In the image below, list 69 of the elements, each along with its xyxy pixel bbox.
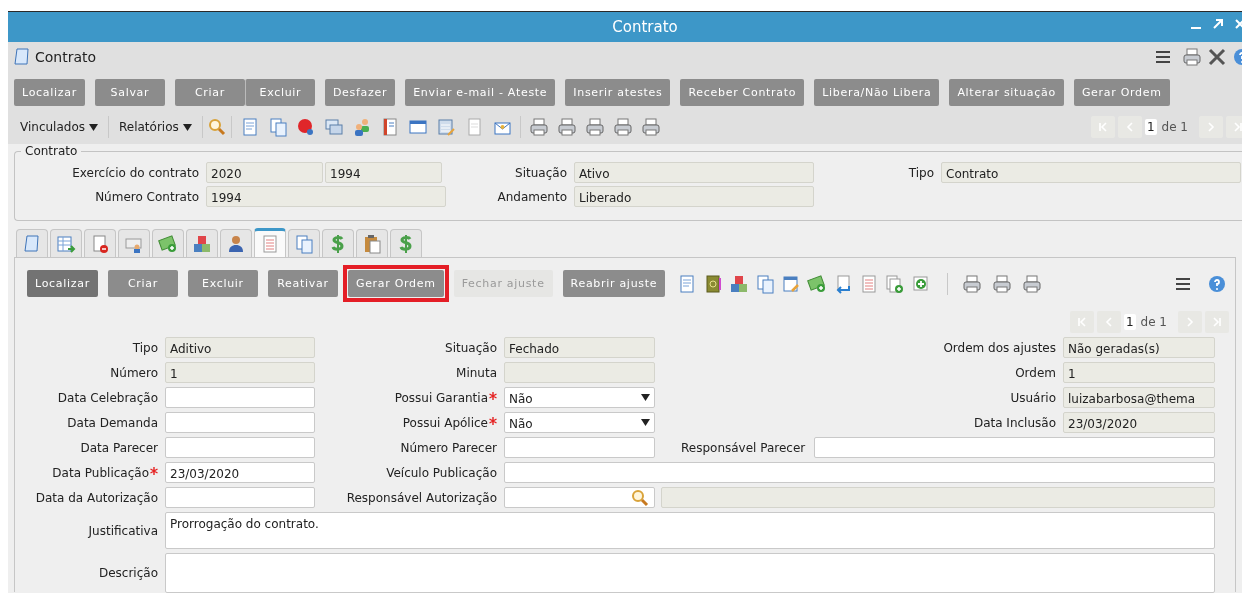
field-label: Minuta xyxy=(456,365,497,380)
readonly-field: Liberado xyxy=(574,186,814,207)
input-field[interactable]: 23/03/2020 xyxy=(165,462,315,483)
action-button[interactable]: Criar xyxy=(107,270,178,297)
field-label: Exercício do contrato xyxy=(72,165,199,180)
readonly-field: Fechado xyxy=(504,337,655,358)
field-label: Tipo xyxy=(908,165,934,180)
field-label: Situação xyxy=(445,340,497,355)
field-label: Possui Apólice xyxy=(402,415,488,430)
readonly-field: 1 xyxy=(1063,362,1215,383)
page-count: de 1 xyxy=(1140,315,1167,329)
toolbar-button[interactable]: Inserir atestes xyxy=(565,79,671,106)
action-button[interactable]: Reabrir ajuste xyxy=(562,270,666,297)
field-label: Justificativa xyxy=(88,523,158,538)
field-label: Andamento xyxy=(497,189,567,204)
field-label: Número Parecer xyxy=(400,440,497,455)
toolbar-button[interactable]: Alterar situação xyxy=(949,79,1064,106)
field-label: Data Publicação xyxy=(52,465,149,480)
select-field[interactable]: Não xyxy=(504,412,655,433)
group-legend: Contrato xyxy=(21,144,82,158)
readonly-field: Contrato xyxy=(941,162,1241,183)
field-label: Veículo Publicação xyxy=(386,465,497,480)
form-title: Contrato xyxy=(35,49,97,65)
field-label: Possui Garantia xyxy=(394,390,488,405)
readonly-field: 2020 xyxy=(206,162,323,183)
field-label: Usuário xyxy=(1010,390,1056,405)
dropdown-menu[interactable]: Relatórios xyxy=(113,120,198,134)
field-label: Ordem xyxy=(1015,365,1056,380)
field-label: Data Inclusão xyxy=(973,415,1056,430)
page-field[interactable]: 1 xyxy=(1144,119,1157,135)
toolbar-button[interactable]: Libera/Não Libera xyxy=(814,79,940,106)
toolbar-button[interactable]: Localizar xyxy=(14,79,85,106)
field-label: Ordem dos ajustes xyxy=(943,340,1056,355)
readonly-field: Ativo xyxy=(574,162,814,183)
select-field[interactable]: Não xyxy=(504,387,655,408)
field-label: Responsável Parecer xyxy=(681,440,806,455)
dropdown-menu[interactable]: Vinculados xyxy=(14,120,104,134)
page-field[interactable]: 1 xyxy=(1123,314,1136,330)
toolbar-button[interactable]: Criar xyxy=(174,79,245,106)
action-button[interactable]: Reativar xyxy=(267,270,338,297)
field-label: Responsável Autorização xyxy=(346,490,497,505)
window-title: Contrato xyxy=(612,18,678,36)
field-label: Data Parecer xyxy=(80,440,158,455)
readonly-field: 23/03/2020 xyxy=(1063,412,1215,433)
field-label: Descrição xyxy=(98,566,158,580)
readonly-field: 1994 xyxy=(206,186,446,207)
text-area[interactable]: Prorrogação do contrato. xyxy=(165,512,1215,549)
toolbar-button[interactable]: Receber Contrato xyxy=(680,79,805,106)
field-label: Tipo xyxy=(132,340,158,355)
readonly-field: 1 xyxy=(165,362,315,383)
toolbar-button[interactable]: Gerar Ordem xyxy=(1073,79,1170,106)
toolbar-button[interactable]: Desfazer xyxy=(324,79,396,106)
field-label: Número xyxy=(110,365,158,380)
readonly-field: Aditivo xyxy=(165,337,315,358)
page-count: de 1 xyxy=(1161,120,1188,134)
field-label: Situação xyxy=(515,165,567,180)
toolbar-button[interactable]: Enviar e-mail - Ateste xyxy=(405,79,556,106)
action-button[interactable]: Localizar xyxy=(27,270,98,297)
field-label: Data da Autorização xyxy=(35,490,158,505)
readonly-field: luizabarbosa@thema xyxy=(1063,387,1215,408)
toolbar-button[interactable]: Excluir xyxy=(244,79,315,106)
readonly-field: 1994 xyxy=(325,162,442,183)
action-button[interactable]: Gerar Ordem xyxy=(347,270,444,297)
toolbar-button[interactable]: Salvar xyxy=(94,79,165,106)
field-label: Número Contrato xyxy=(95,189,199,204)
action-button[interactable]: Excluir xyxy=(187,270,258,297)
field-label: Data Celebração xyxy=(57,390,158,405)
field-label: Data Demanda xyxy=(67,415,158,430)
readonly-field: Não geradas(s) xyxy=(1063,337,1215,358)
